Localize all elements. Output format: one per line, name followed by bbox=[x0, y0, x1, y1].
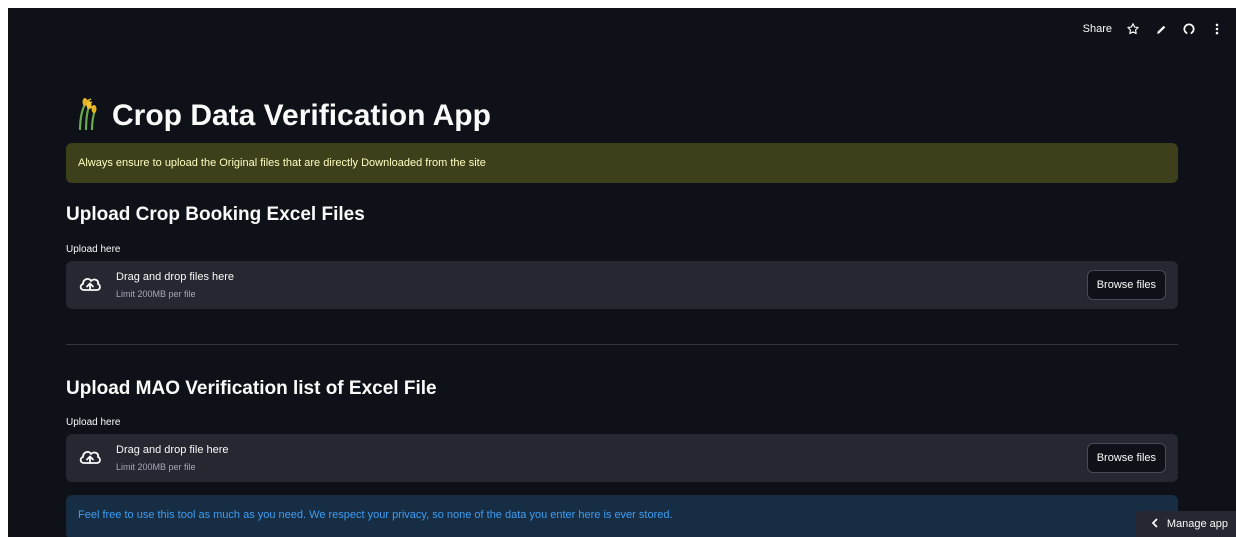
info-text: Feel free to use this tool as much as yo… bbox=[78, 509, 673, 521]
chevron-left-icon bbox=[1151, 517, 1159, 531]
upload-label: Upload here bbox=[66, 244, 121, 255]
warning-text: Always ensure to upload the Original fil… bbox=[78, 157, 486, 169]
star-icon[interactable] bbox=[1126, 22, 1140, 36]
page-header: Crop Data Verification App bbox=[76, 96, 491, 135]
cloud-upload-icon bbox=[78, 447, 102, 469]
browse-files-button[interactable]: Browse files bbox=[1086, 443, 1166, 473]
github-icon[interactable] bbox=[1182, 22, 1196, 36]
warning-alert: Always ensure to upload the Original fil… bbox=[66, 143, 1178, 183]
more-icon[interactable] bbox=[1210, 22, 1224, 36]
app-container: Share Crop Data Verification App Always … bbox=[8, 8, 1236, 537]
section-divider bbox=[66, 344, 1178, 345]
dropzone-instructions: Drag and drop file here bbox=[116, 444, 229, 456]
info-alert: Feel free to use this tool as much as yo… bbox=[66, 495, 1178, 537]
edit-icon[interactable] bbox=[1154, 22, 1168, 36]
upload-label: Upload here bbox=[66, 417, 121, 428]
top-toolbar: Share bbox=[1083, 22, 1224, 36]
file-dropzone-crop-booking[interactable]: Drag and drop files here Limit 200MB per… bbox=[66, 261, 1178, 309]
file-dropzone-mao-verification[interactable]: Drag and drop file here Limit 200MB per … bbox=[66, 434, 1178, 482]
dropzone-instructions: Drag and drop files here bbox=[116, 271, 235, 283]
dropzone-limit: Limit 200MB per file bbox=[116, 462, 196, 472]
manage-app-label: Manage app bbox=[1166, 518, 1228, 530]
dropzone-limit: Limit 200MB per file bbox=[116, 289, 196, 299]
page-title: Crop Data Verification App bbox=[112, 98, 491, 132]
section-title-mao-verification: Upload MAO Verification list of Excel Fi… bbox=[66, 378, 437, 399]
share-button[interactable]: Share bbox=[1083, 23, 1112, 35]
cloud-upload-icon bbox=[78, 274, 102, 296]
section-title-crop-booking: Upload Crop Booking Excel Files bbox=[66, 204, 365, 225]
wheat-icon bbox=[76, 96, 98, 135]
browse-files-button[interactable]: Browse files bbox=[1086, 270, 1166, 300]
manage-app-button[interactable]: Manage app bbox=[1134, 511, 1236, 537]
